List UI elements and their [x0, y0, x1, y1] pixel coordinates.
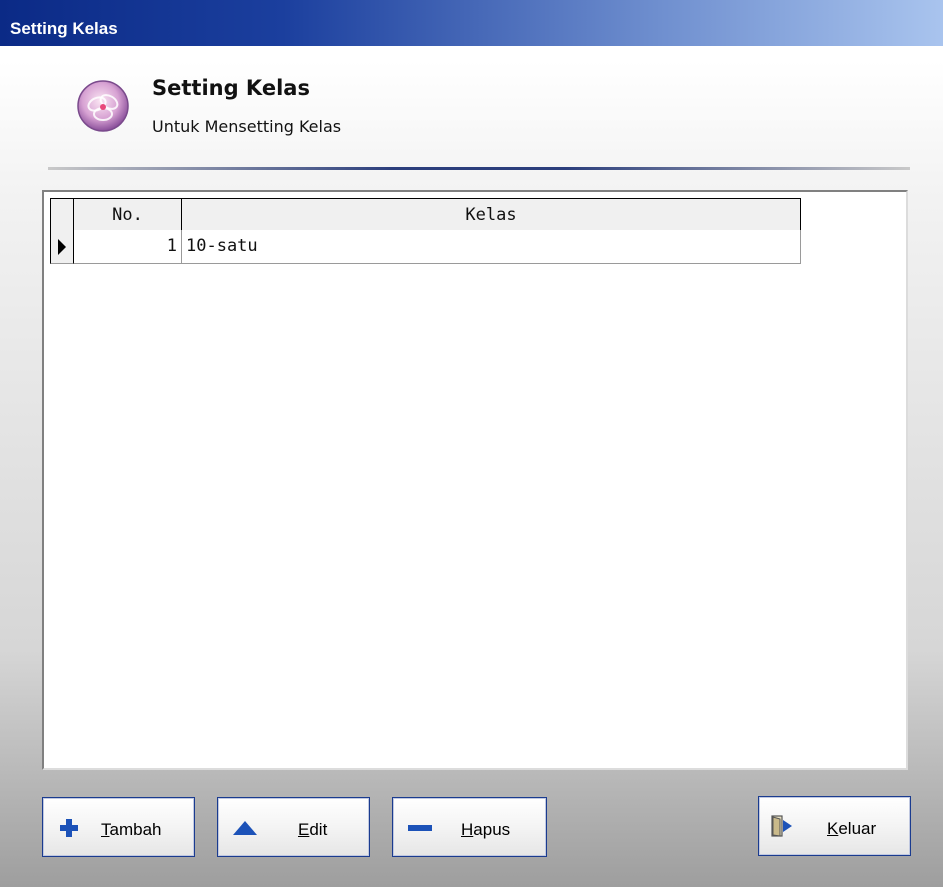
kelas-flower-icon [77, 80, 129, 132]
tambah-label: Tambah [101, 820, 162, 839]
grid-header-row: No. Kelas [50, 198, 801, 232]
keluar-label: Keluar [827, 819, 877, 838]
keluar-button[interactable]: Keluar [758, 796, 911, 856]
exit-door-icon [771, 815, 792, 837]
edit-button[interactable]: Edit [217, 797, 370, 857]
plus-icon [60, 819, 78, 837]
hapus-button[interactable]: Hapus [392, 797, 547, 857]
row-indicator-header [50, 198, 74, 232]
current-row-arrow-icon [58, 239, 66, 255]
table-row[interactable]: 1 10-satu [50, 230, 801, 264]
column-header-kelas[interactable]: Kelas [182, 198, 801, 232]
setting-kelas-window: Setting Kelas Setting Kelas Untuk Menset… [0, 0, 943, 887]
row-indicator [50, 230, 74, 264]
triangle-up-icon [233, 821, 257, 835]
edit-label: Edit [298, 820, 328, 839]
header-title: Setting Kelas [152, 76, 310, 100]
header-subtitle: Untuk Mensetting Kelas [152, 117, 342, 136]
cell-kelas[interactable]: 10-satu [182, 230, 801, 264]
minus-icon [408, 825, 432, 831]
tambah-button[interactable]: Tambah [42, 797, 195, 857]
kelas-grid[interactable]: No. Kelas 1 10-satu [42, 190, 908, 770]
header-separator [48, 167, 910, 170]
column-header-no[interactable]: No. [74, 198, 182, 232]
cell-no[interactable]: 1 [74, 230, 182, 264]
title-bar[interactable]: Setting Kelas [0, 0, 943, 46]
hapus-label: Hapus [461, 820, 511, 839]
window-title: Setting Kelas [10, 19, 118, 38]
